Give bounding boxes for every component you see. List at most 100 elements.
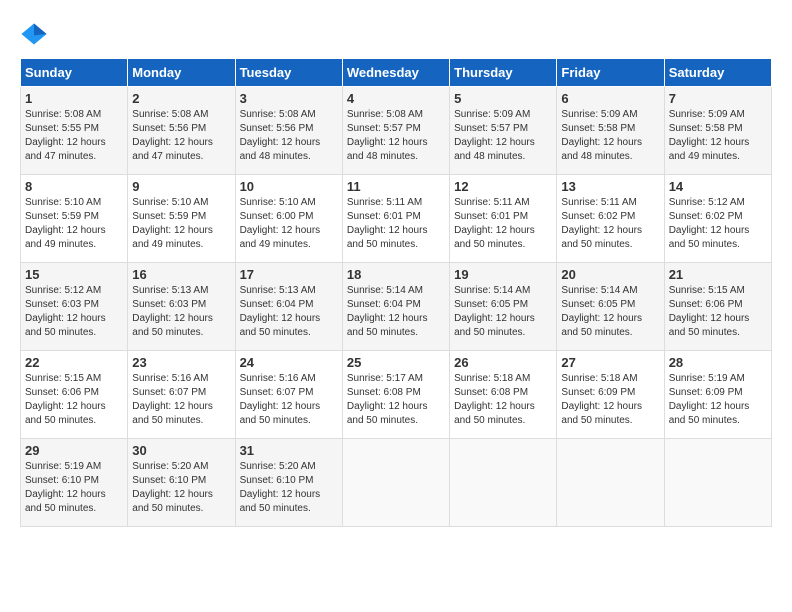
calendar-cell: 21 Sunrise: 5:15 AMSunset: 6:06 PMDaylig… — [664, 263, 771, 351]
calendar-week-row: 8 Sunrise: 5:10 AMSunset: 5:59 PMDayligh… — [21, 175, 772, 263]
day-number: 9 — [132, 179, 230, 194]
day-number: 27 — [561, 355, 659, 370]
day-number: 10 — [240, 179, 338, 194]
calendar-cell: 1 Sunrise: 5:08 AMSunset: 5:55 PMDayligh… — [21, 87, 128, 175]
calendar-cell: 8 Sunrise: 5:10 AMSunset: 5:59 PMDayligh… — [21, 175, 128, 263]
day-number: 25 — [347, 355, 445, 370]
calendar-cell: 5 Sunrise: 5:09 AMSunset: 5:57 PMDayligh… — [450, 87, 557, 175]
day-info: Sunrise: 5:10 AMSunset: 5:59 PMDaylight:… — [132, 197, 213, 250]
calendar-cell: 26 Sunrise: 5:18 AMSunset: 6:08 PMDaylig… — [450, 351, 557, 439]
day-info: Sunrise: 5:14 AMSunset: 6:05 PMDaylight:… — [454, 285, 535, 338]
day-number: 16 — [132, 267, 230, 282]
calendar-cell: 20 Sunrise: 5:14 AMSunset: 6:05 PMDaylig… — [557, 263, 664, 351]
day-number: 19 — [454, 267, 552, 282]
day-info: Sunrise: 5:20 AMSunset: 6:10 PMDaylight:… — [132, 461, 213, 514]
calendar-cell: 3 Sunrise: 5:08 AMSunset: 5:56 PMDayligh… — [235, 87, 342, 175]
day-number: 20 — [561, 267, 659, 282]
day-info: Sunrise: 5:14 AMSunset: 6:05 PMDaylight:… — [561, 285, 642, 338]
day-number: 28 — [669, 355, 767, 370]
calendar-cell: 4 Sunrise: 5:08 AMSunset: 5:57 PMDayligh… — [342, 87, 449, 175]
calendar-cell: 2 Sunrise: 5:08 AMSunset: 5:56 PMDayligh… — [128, 87, 235, 175]
page-header — [20, 20, 772, 48]
day-info: Sunrise: 5:09 AMSunset: 5:57 PMDaylight:… — [454, 109, 535, 162]
calendar-cell: 29 Sunrise: 5:19 AMSunset: 6:10 PMDaylig… — [21, 439, 128, 527]
day-number: 18 — [347, 267, 445, 282]
calendar-cell: 24 Sunrise: 5:16 AMSunset: 6:07 PMDaylig… — [235, 351, 342, 439]
calendar-cell: 12 Sunrise: 5:11 AMSunset: 6:01 PMDaylig… — [450, 175, 557, 263]
calendar-cell: 13 Sunrise: 5:11 AMSunset: 6:02 PMDaylig… — [557, 175, 664, 263]
day-number: 13 — [561, 179, 659, 194]
day-number: 14 — [669, 179, 767, 194]
calendar-cell — [342, 439, 449, 527]
calendar-cell: 11 Sunrise: 5:11 AMSunset: 6:01 PMDaylig… — [342, 175, 449, 263]
day-number: 1 — [25, 91, 123, 106]
calendar-cell: 15 Sunrise: 5:12 AMSunset: 6:03 PMDaylig… — [21, 263, 128, 351]
day-info: Sunrise: 5:15 AMSunset: 6:06 PMDaylight:… — [25, 373, 106, 426]
logo-icon — [20, 20, 48, 48]
day-info: Sunrise: 5:11 AMSunset: 6:01 PMDaylight:… — [454, 197, 535, 250]
day-number: 30 — [132, 443, 230, 458]
day-info: Sunrise: 5:12 AMSunset: 6:02 PMDaylight:… — [669, 197, 750, 250]
day-number: 21 — [669, 267, 767, 282]
day-info: Sunrise: 5:13 AMSunset: 6:03 PMDaylight:… — [132, 285, 213, 338]
header-day-wednesday: Wednesday — [342, 59, 449, 87]
day-info: Sunrise: 5:20 AMSunset: 6:10 PMDaylight:… — [240, 461, 321, 514]
day-number: 26 — [454, 355, 552, 370]
logo — [20, 20, 52, 48]
day-info: Sunrise: 5:09 AMSunset: 5:58 PMDaylight:… — [561, 109, 642, 162]
day-number: 17 — [240, 267, 338, 282]
calendar-cell: 16 Sunrise: 5:13 AMSunset: 6:03 PMDaylig… — [128, 263, 235, 351]
day-info: Sunrise: 5:13 AMSunset: 6:04 PMDaylight:… — [240, 285, 321, 338]
calendar-cell: 10 Sunrise: 5:10 AMSunset: 6:00 PMDaylig… — [235, 175, 342, 263]
day-info: Sunrise: 5:12 AMSunset: 6:03 PMDaylight:… — [25, 285, 106, 338]
calendar-cell: 25 Sunrise: 5:17 AMSunset: 6:08 PMDaylig… — [342, 351, 449, 439]
calendar-week-row: 29 Sunrise: 5:19 AMSunset: 6:10 PMDaylig… — [21, 439, 772, 527]
day-info: Sunrise: 5:10 AMSunset: 6:00 PMDaylight:… — [240, 197, 321, 250]
day-info: Sunrise: 5:18 AMSunset: 6:09 PMDaylight:… — [561, 373, 642, 426]
day-info: Sunrise: 5:09 AMSunset: 5:58 PMDaylight:… — [669, 109, 750, 162]
day-info: Sunrise: 5:19 AMSunset: 6:09 PMDaylight:… — [669, 373, 750, 426]
day-number: 31 — [240, 443, 338, 458]
day-number: 3 — [240, 91, 338, 106]
calendar-week-row: 22 Sunrise: 5:15 AMSunset: 6:06 PMDaylig… — [21, 351, 772, 439]
calendar-cell: 6 Sunrise: 5:09 AMSunset: 5:58 PMDayligh… — [557, 87, 664, 175]
day-number: 11 — [347, 179, 445, 194]
day-info: Sunrise: 5:08 AMSunset: 5:57 PMDaylight:… — [347, 109, 428, 162]
day-info: Sunrise: 5:08 AMSunset: 5:56 PMDaylight:… — [240, 109, 321, 162]
day-number: 6 — [561, 91, 659, 106]
day-number: 4 — [347, 91, 445, 106]
day-number: 8 — [25, 179, 123, 194]
day-info: Sunrise: 5:17 AMSunset: 6:08 PMDaylight:… — [347, 373, 428, 426]
header-day-monday: Monday — [128, 59, 235, 87]
day-number: 22 — [25, 355, 123, 370]
header-day-thursday: Thursday — [450, 59, 557, 87]
day-number: 2 — [132, 91, 230, 106]
day-number: 29 — [25, 443, 123, 458]
calendar-cell: 9 Sunrise: 5:10 AMSunset: 5:59 PMDayligh… — [128, 175, 235, 263]
calendar-header-row: SundayMondayTuesdayWednesdayThursdayFrid… — [21, 59, 772, 87]
header-day-tuesday: Tuesday — [235, 59, 342, 87]
calendar-cell: 28 Sunrise: 5:19 AMSunset: 6:09 PMDaylig… — [664, 351, 771, 439]
day-info: Sunrise: 5:08 AMSunset: 5:56 PMDaylight:… — [132, 109, 213, 162]
day-number: 24 — [240, 355, 338, 370]
calendar-cell — [450, 439, 557, 527]
calendar-week-row: 15 Sunrise: 5:12 AMSunset: 6:03 PMDaylig… — [21, 263, 772, 351]
calendar-cell: 18 Sunrise: 5:14 AMSunset: 6:04 PMDaylig… — [342, 263, 449, 351]
day-info: Sunrise: 5:14 AMSunset: 6:04 PMDaylight:… — [347, 285, 428, 338]
calendar-cell: 30 Sunrise: 5:20 AMSunset: 6:10 PMDaylig… — [128, 439, 235, 527]
calendar-cell: 14 Sunrise: 5:12 AMSunset: 6:02 PMDaylig… — [664, 175, 771, 263]
calendar-cell: 31 Sunrise: 5:20 AMSunset: 6:10 PMDaylig… — [235, 439, 342, 527]
calendar-cell: 27 Sunrise: 5:18 AMSunset: 6:09 PMDaylig… — [557, 351, 664, 439]
calendar-cell: 19 Sunrise: 5:14 AMSunset: 6:05 PMDaylig… — [450, 263, 557, 351]
header-day-friday: Friday — [557, 59, 664, 87]
day-number: 23 — [132, 355, 230, 370]
day-number: 15 — [25, 267, 123, 282]
calendar-cell — [557, 439, 664, 527]
day-info: Sunrise: 5:16 AMSunset: 6:07 PMDaylight:… — [132, 373, 213, 426]
day-info: Sunrise: 5:10 AMSunset: 5:59 PMDaylight:… — [25, 197, 106, 250]
header-day-saturday: Saturday — [664, 59, 771, 87]
day-info: Sunrise: 5:11 AMSunset: 6:02 PMDaylight:… — [561, 197, 642, 250]
calendar-week-row: 1 Sunrise: 5:08 AMSunset: 5:55 PMDayligh… — [21, 87, 772, 175]
day-info: Sunrise: 5:19 AMSunset: 6:10 PMDaylight:… — [25, 461, 106, 514]
day-info: Sunrise: 5:15 AMSunset: 6:06 PMDaylight:… — [669, 285, 750, 338]
